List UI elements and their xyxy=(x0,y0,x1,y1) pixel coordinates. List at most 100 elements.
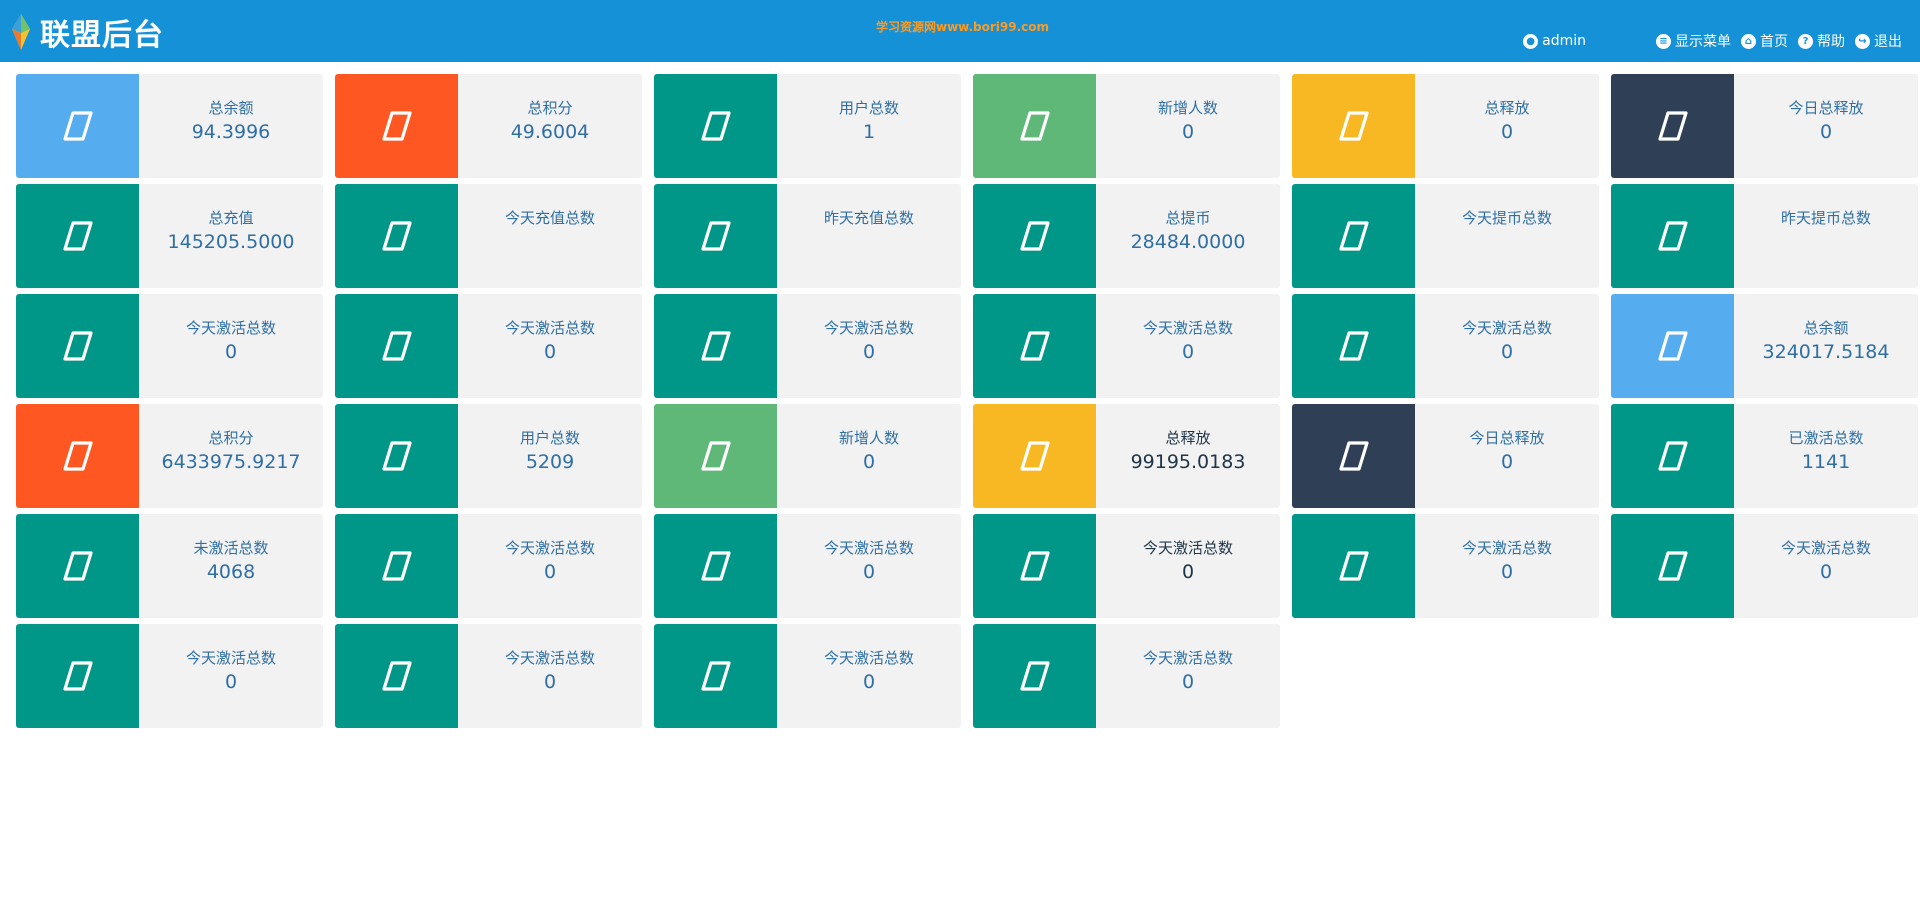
watermark-text: 学习资源网www.bori99.com xyxy=(876,20,1050,34)
stat-card[interactable]: 今天充值总数 xyxy=(335,184,642,288)
card-label: 总释放 xyxy=(1484,99,1530,117)
card-label: 今天激活总数 xyxy=(1142,649,1233,667)
card-value: 0 xyxy=(862,561,876,583)
card-icon-panel xyxy=(654,624,777,728)
stat-card[interactable]: 今天激活总数 0 xyxy=(973,294,1280,398)
missing-glyph-icon xyxy=(1019,331,1050,361)
missing-glyph-icon xyxy=(62,331,93,361)
card-value: 0 xyxy=(1500,121,1514,143)
top-header: 联盟后台 学习资源网www.bori99.com ● admin ≡ 显示菜单 … xyxy=(0,0,1920,62)
card-icon-panel xyxy=(1292,184,1415,288)
card-value: 1141 xyxy=(1801,451,1851,473)
card-label: 新增人数 xyxy=(1157,99,1218,117)
stat-card[interactable]: 今天提币总数 xyxy=(1292,184,1599,288)
stat-card[interactable]: 总积分 6433975.9217 xyxy=(16,404,323,508)
stat-card[interactable]: 今天激活总数 0 xyxy=(654,514,961,618)
stat-card[interactable]: 总充值 145205.5000 xyxy=(16,184,323,288)
stats-grid: 总余额 94.3996 总积分 49.6004 用户总数 1 新增人数 0 总释放 0 今日总释放 0… xyxy=(16,74,1918,728)
card-value: 0 xyxy=(543,671,557,693)
card-label: 用户总数 xyxy=(838,99,899,117)
card-body: 总余额 324017.5184 xyxy=(1734,294,1918,398)
logout-button[interactable]: ↪ 退出 xyxy=(1855,31,1902,51)
card-body: 今天激活总数 0 xyxy=(777,624,961,728)
card-value: 28484.0000 xyxy=(1130,231,1246,253)
card-icon-panel xyxy=(654,294,777,398)
stat-card[interactable]: 今日总释放 0 xyxy=(1611,74,1918,178)
stat-card[interactable]: 已激活总数 1141 xyxy=(1611,404,1918,508)
show-menu-button[interactable]: ≡ 显示菜单 xyxy=(1656,31,1731,51)
card-label: 今日总释放 xyxy=(1788,99,1864,117)
card-body: 未激活总数 4068 xyxy=(139,514,323,618)
missing-glyph-icon xyxy=(700,221,731,251)
stat-card[interactable]: 新增人数 0 xyxy=(654,404,961,508)
card-icon-panel xyxy=(335,184,458,288)
stat-card[interactable]: 今天激活总数 0 xyxy=(1292,294,1599,398)
stat-card[interactable]: 今天激活总数 0 xyxy=(335,624,642,728)
stat-card[interactable]: 昨天提币总数 xyxy=(1611,184,1918,288)
missing-glyph-icon xyxy=(381,221,412,251)
stat-card[interactable]: 总积分 49.6004 xyxy=(335,74,642,178)
stat-card[interactable]: 今天激活总数 0 xyxy=(654,294,961,398)
stat-card[interactable]: 今天激活总数 0 xyxy=(973,514,1280,618)
card-value: 0 xyxy=(224,671,238,693)
home-label: 首页 xyxy=(1760,34,1788,50)
card-value: 1 xyxy=(862,121,876,143)
stat-card[interactable]: 今天激活总数 0 xyxy=(16,624,323,728)
card-icon-panel xyxy=(335,624,458,728)
card-body: 今天激活总数 0 xyxy=(458,624,642,728)
card-icon-panel xyxy=(654,404,777,508)
missing-glyph-icon xyxy=(1657,441,1688,471)
stat-card[interactable]: 今天激活总数 0 xyxy=(16,294,323,398)
card-label: 今天激活总数 xyxy=(504,539,595,557)
card-label: 总积分 xyxy=(208,429,254,447)
stat-card[interactable]: 今日总释放 0 xyxy=(1292,404,1599,508)
stat-card[interactable]: 今天激活总数 0 xyxy=(973,624,1280,728)
card-value: 0 xyxy=(1500,341,1514,363)
card-body: 总积分 6433975.9217 xyxy=(139,404,323,508)
card-value: 0 xyxy=(1181,561,1195,583)
stat-card[interactable]: 用户总数 5209 xyxy=(335,404,642,508)
card-value: 0 xyxy=(224,341,238,363)
card-label: 昨天充值总数 xyxy=(823,209,914,227)
card-body: 今天激活总数 0 xyxy=(458,514,642,618)
card-label: 今天激活总数 xyxy=(504,649,595,667)
stat-card[interactable]: 今天激活总数 0 xyxy=(1611,514,1918,618)
card-icon-panel xyxy=(973,294,1096,398)
card-icon-panel xyxy=(335,514,458,618)
card-value: 6433975.9217 xyxy=(161,451,301,473)
home-icon: ⌂ xyxy=(1741,33,1756,49)
card-body: 总提币 28484.0000 xyxy=(1096,184,1280,288)
missing-glyph-icon xyxy=(381,331,412,361)
missing-glyph-icon xyxy=(700,661,731,691)
card-value: 145205.5000 xyxy=(167,231,295,253)
card-body: 新增人数 0 xyxy=(1096,74,1280,178)
missing-glyph-icon xyxy=(1657,551,1688,581)
stat-card[interactable]: 用户总数 1 xyxy=(654,74,961,178)
stat-card[interactable]: 今天激活总数 0 xyxy=(1292,514,1599,618)
stat-card[interactable]: 总余额 324017.5184 xyxy=(1611,294,1918,398)
stat-card[interactable]: 今天激活总数 0 xyxy=(335,294,642,398)
stat-card[interactable]: 总提币 28484.0000 xyxy=(973,184,1280,288)
card-value: 5209 xyxy=(525,451,575,473)
card-value: 0 xyxy=(862,671,876,693)
stat-card[interactable]: 总释放 0 xyxy=(1292,74,1599,178)
user-menu[interactable]: ● admin xyxy=(1523,33,1586,49)
stat-card[interactable]: 今天激活总数 0 xyxy=(335,514,642,618)
stat-card[interactable]: 新增人数 0 xyxy=(973,74,1280,178)
stat-card[interactable]: 总释放 99195.0183 xyxy=(973,404,1280,508)
stat-card[interactable]: 今天激活总数 0 xyxy=(654,624,961,728)
card-value: 0 xyxy=(1500,561,1514,583)
card-body: 今天激活总数 0 xyxy=(1734,514,1918,618)
logo[interactable]: 联盟后台 xyxy=(6,10,164,54)
card-value: 94.3996 xyxy=(191,121,271,143)
home-link[interactable]: ⌂ 首页 xyxy=(1741,31,1788,51)
stat-card[interactable]: 昨天充值总数 xyxy=(654,184,961,288)
missing-glyph-icon xyxy=(1019,111,1050,141)
app-title: 联盟后台 xyxy=(40,18,164,53)
stat-card[interactable]: 未激活总数 4068 xyxy=(16,514,323,618)
stat-card[interactable]: 总余额 94.3996 xyxy=(16,74,323,178)
missing-glyph-icon xyxy=(1657,331,1688,361)
card-label: 用户总数 xyxy=(519,429,580,447)
missing-glyph-icon xyxy=(381,441,412,471)
help-link[interactable]: ? 帮助 xyxy=(1798,31,1845,51)
